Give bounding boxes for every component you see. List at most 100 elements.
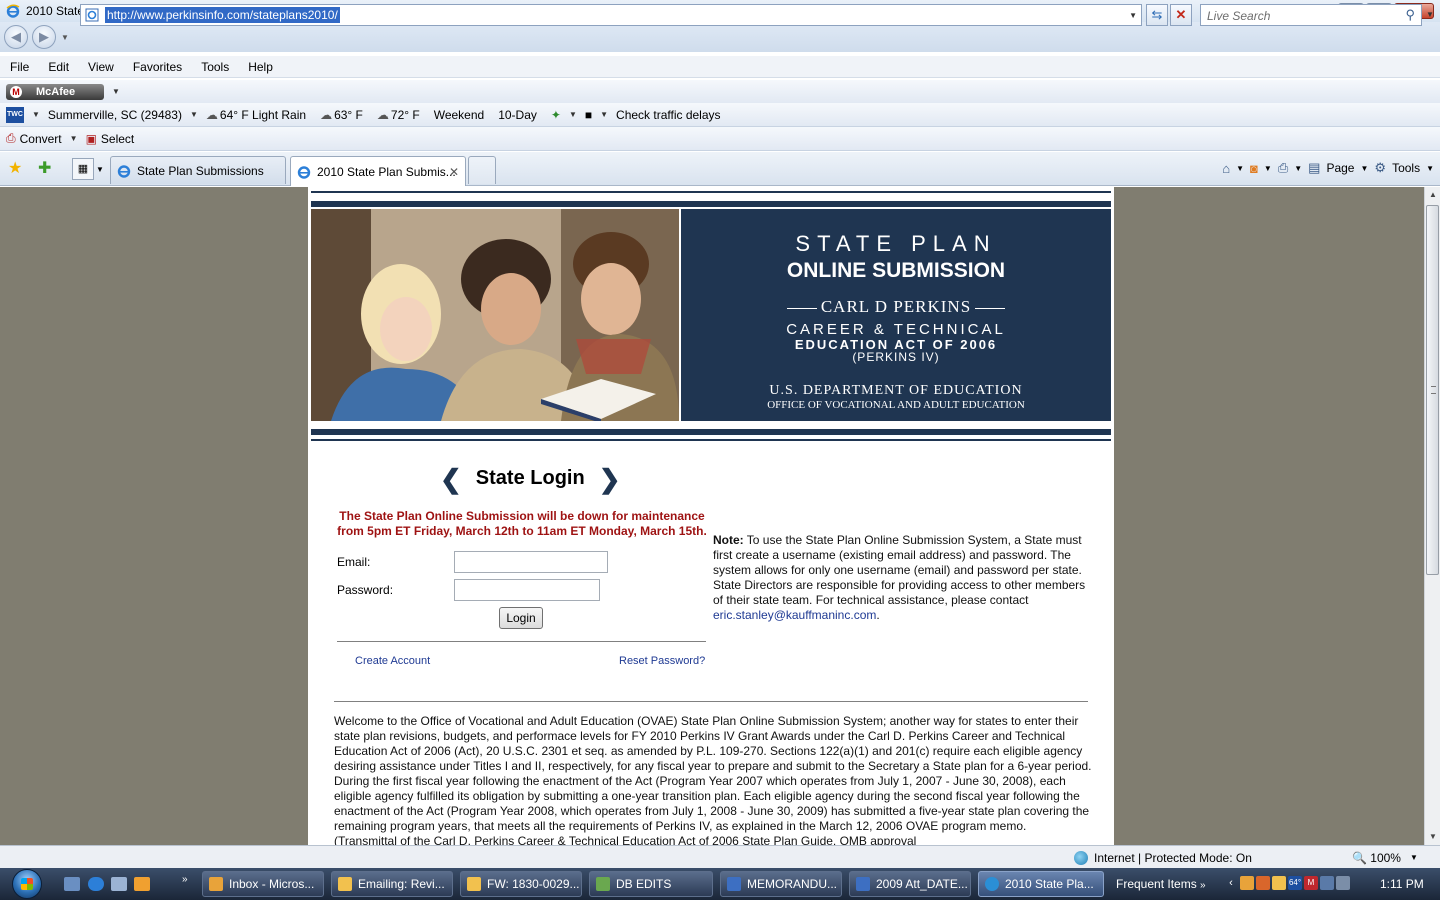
tab-2010-state-plan[interactable]: 2010 State Plan Submis... ✕ [290,156,466,186]
forecast-temp-1[interactable]: 63° F [334,108,363,122]
menu-bar: File Edit View Favorites Tools Help [0,56,1440,78]
menu-tools[interactable]: Tools [201,60,229,74]
tools-dropdown-icon[interactable]: ▼ [1426,164,1434,173]
back-button[interactable]: ◀ [4,25,28,49]
show-desktop-icon[interactable] [64,877,80,891]
menu-edit[interactable]: Edit [48,60,69,74]
search-input[interactable]: Live Search ⚲ [1200,4,1422,26]
close-tab-icon[interactable]: ✕ [449,165,459,179]
favorites-star-icon[interactable]: ★ [8,158,22,178]
convert-dropdown-icon[interactable]: ▼ [70,134,78,143]
explorer-quicklaunch-icon[interactable] [111,877,127,891]
location-label[interactable]: Summerville, SC (29483) [48,108,182,122]
email-field[interactable] [454,551,608,573]
start-button[interactable] [12,869,42,899]
tab-state-plan-submissions[interactable]: State Plan Submissions [110,156,286,184]
taskbar-item-emailing[interactable]: Emailing: Revi... [331,871,453,897]
home-dropdown-icon[interactable]: ▼ [1236,164,1244,173]
taskbar-label: 2010 State Pla... [1005,877,1094,891]
tray-expand-icon[interactable]: ‹ [1224,876,1238,890]
twc-dropdown-icon[interactable]: ▼ [32,110,40,119]
create-account-link[interactable]: Create Account [355,655,430,667]
quicklaunch-overflow-icon[interactable]: » [182,874,188,885]
menu-help[interactable]: Help [248,60,273,74]
tab-list-dropdown-icon[interactable]: ▼ [96,165,104,174]
forecast-temp-2[interactable]: 72° F [391,108,420,122]
page-menu[interactable]: Page [1326,161,1354,175]
address-dropdown-icon[interactable]: ▼ [1129,11,1137,20]
taskbar-item-db-edits[interactable]: DB EDITS [589,871,713,897]
menu-file[interactable]: File [10,60,29,74]
support-email-link[interactable]: eric.stanley@kauffmaninc.com [713,608,876,622]
tray-weather-icon[interactable]: 64° [1288,876,1302,890]
print-icon[interactable]: ⎙ [1278,160,1288,176]
tray-mail-icon[interactable] [1240,876,1254,890]
url-text[interactable]: http://www.perkinsinfo.com/stateplans201… [105,7,340,23]
scroll-up-icon[interactable]: ▲ [1425,187,1440,203]
new-tab-button[interactable] [468,156,496,184]
refresh-button[interactable]: ⇆ [1146,4,1168,26]
video-dropdown-icon[interactable]: ▼ [600,110,608,119]
mcafee-dropdown-icon[interactable]: ▼ [112,87,120,96]
address-row: ◀ ▶ ▼ [0,22,1440,52]
video-camera-icon[interactable]: ■ [585,108,592,122]
vertical-scrollbar[interactable]: ▲ ▼ [1424,187,1440,845]
quick-tabs-icon[interactable]: ▦ [72,158,94,180]
add-favorites-icon[interactable]: ✚ [38,158,51,178]
location-dropdown-icon[interactable]: ▼ [190,110,198,119]
stop-button[interactable]: ✕ [1170,4,1192,26]
weekend-link[interactable]: Weekend [434,108,484,122]
scroll-down-icon[interactable]: ▼ [1425,829,1440,845]
search-options-dropdown-icon[interactable]: ▼ [1426,10,1434,19]
map-dropdown-icon[interactable]: ▼ [569,110,577,119]
search-icon[interactable]: ⚲ [1405,7,1415,23]
taskbar-item-inbox[interactable]: Inbox - Micros... [202,871,324,897]
zone-label: Internet | Protected Mode: On [1094,851,1252,865]
home-icon[interactable]: ⌂ [1222,161,1230,176]
history-dropdown-icon[interactable]: ▼ [58,33,72,42]
current-weather[interactable]: 64° F Light Rain [220,108,306,122]
address-bar[interactable]: http://www.perkinsinfo.com/stateplans201… [80,4,1142,26]
convert-icon: ⎙ [6,131,16,145]
zoom-dropdown-icon[interactable]: ▼ [1410,853,1418,862]
zoom-level[interactable]: 🔍 100% [1352,851,1401,865]
students-photo-illustration [311,209,679,421]
login-title: State Login [475,467,585,489]
mcafee-button[interactable]: M McAfee [6,83,104,100]
tray-mcafee-icon[interactable]: M [1304,876,1318,890]
security-zone[interactable]: Internet | Protected Mode: On [1074,851,1252,865]
tray-outlook-icon[interactable] [1272,876,1286,890]
password-field[interactable] [454,579,600,601]
traffic-link[interactable]: Check traffic delays [616,108,721,122]
taskbar-label: DB EDITS [616,877,672,891]
taskbar-item-fw[interactable]: FW: 1830-0029... [460,871,582,897]
select-button[interactable]: Select [101,132,134,146]
tenday-link[interactable]: 10-Day [498,108,537,122]
bottom-rule [311,439,1111,441]
tray-volume-icon[interactable] [1336,876,1350,890]
taskbar-item-memorandum[interactable]: MEMORANDU... [720,871,842,897]
ie-quicklaunch-icon[interactable] [88,877,104,891]
ie-page-icon [117,164,131,178]
media-quicklaunch-icon[interactable] [134,877,150,891]
convert-button[interactable]: Convert [20,132,62,146]
tools-menu[interactable]: Tools [1392,161,1420,175]
feeds-dropdown-icon[interactable]: ▼ [1264,164,1272,173]
feeds-icon[interactable]: ◙ [1250,161,1258,176]
forward-button[interactable]: ▶ [32,25,56,49]
print-dropdown-icon[interactable]: ▼ [1294,164,1302,173]
frequent-items-toolbar[interactable]: Frequent Items » [1116,877,1206,891]
menu-view[interactable]: View [88,60,114,74]
reset-password-link[interactable]: Reset Password? [619,655,705,667]
menu-favorites[interactable]: Favorites [133,60,182,74]
scroll-thumb[interactable] [1426,205,1439,575]
mcafee-toolbar: M McAfee ▼ [0,80,1440,104]
taskbar-item-ie[interactable]: 2010 State Pla... [978,871,1104,897]
map-icon[interactable]: ✦ [551,108,561,122]
clock[interactable]: 1:11 PM [1380,877,1424,891]
login-button[interactable]: Login [499,607,543,629]
page-dropdown-icon[interactable]: ▼ [1360,164,1368,173]
tray-network-icon[interactable] [1320,876,1334,890]
taskbar-item-2009-att[interactable]: 2009 Att_DATE... [849,871,971,897]
tray-app-icon[interactable] [1256,876,1270,890]
